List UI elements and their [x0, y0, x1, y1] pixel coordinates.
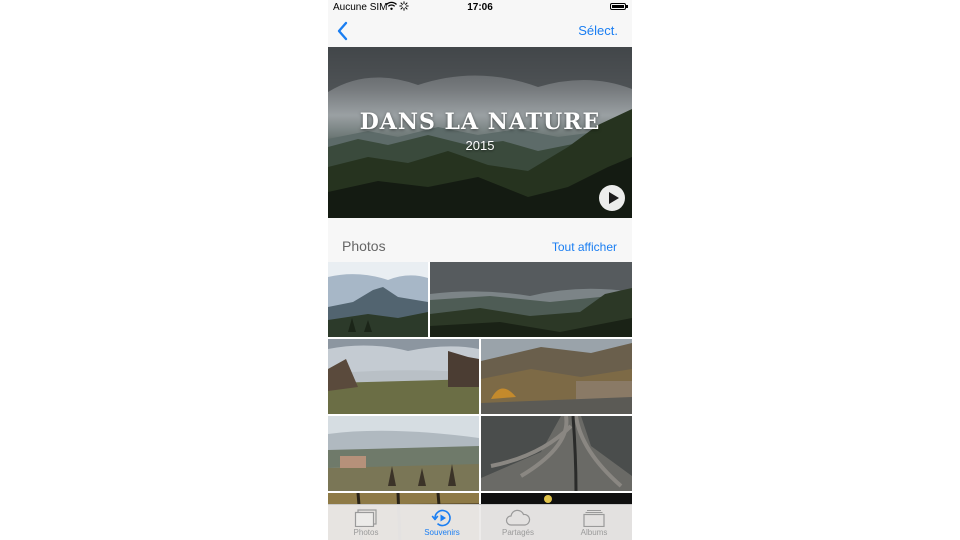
tab-memories[interactable]: Souvenirs: [404, 505, 480, 540]
status-time: 17:06: [467, 2, 493, 13]
section-title: Photos: [342, 238, 386, 254]
navigation-bar: Sélect.: [328, 14, 632, 47]
phone-screen: Aucune SIM 17:06 Sélect. DANS LA NATURE …: [328, 0, 632, 540]
select-button[interactable]: Sélect.: [578, 23, 618, 38]
back-button[interactable]: [334, 20, 354, 42]
play-icon: [609, 192, 619, 204]
status-bar: Aucune SIM 17:06: [328, 0, 632, 14]
photo-thumbnail[interactable]: [481, 339, 632, 414]
village-hillside-photo: [481, 339, 632, 414]
battery-icon: [610, 3, 628, 10]
tab-bar: Photos Souvenirs Partagés Albums: [328, 504, 632, 540]
village-orchard-photo: [328, 416, 479, 491]
tab-label: Partagés: [501, 528, 535, 537]
photo-thumbnail[interactable]: [328, 262, 428, 337]
tab-label: Photos: [353, 528, 379, 537]
memories-icon: [431, 509, 451, 527]
photo-thumbnail[interactable]: [328, 416, 479, 491]
meadow-photo: [328, 339, 479, 414]
chevron-left-icon: [337, 21, 348, 41]
photo-thumbnail[interactable]: [328, 339, 479, 414]
memory-hero-image[interactable]: DANS LA NATURE 2015: [328, 47, 632, 218]
show-all-link[interactable]: Tout afficher: [552, 240, 617, 254]
cloud-icon: [505, 509, 531, 526]
photo-thumbnail[interactable]: [430, 262, 632, 337]
tab-label: Souvenirs: [424, 528, 460, 537]
tree-roots-photo: [481, 416, 632, 491]
photos-section-header: Photos Tout afficher: [328, 218, 632, 262]
mountain-photo: [328, 262, 428, 337]
photo-grid: [328, 262, 632, 540]
tab-albums[interactable]: Albums: [556, 505, 632, 540]
play-button[interactable]: [599, 185, 625, 211]
tab-shared[interactable]: Partagés: [480, 505, 556, 540]
tab-label: Albums: [580, 528, 608, 537]
albums-icon: [583, 510, 605, 527]
valley-photo: [430, 262, 632, 337]
tab-photos[interactable]: Photos: [328, 505, 404, 540]
photo-thumbnail[interactable]: [481, 416, 632, 491]
photos-icon: [354, 509, 377, 527]
memory-year: 2015: [465, 138, 495, 153]
memory-title: DANS LA NATURE: [359, 109, 601, 135]
